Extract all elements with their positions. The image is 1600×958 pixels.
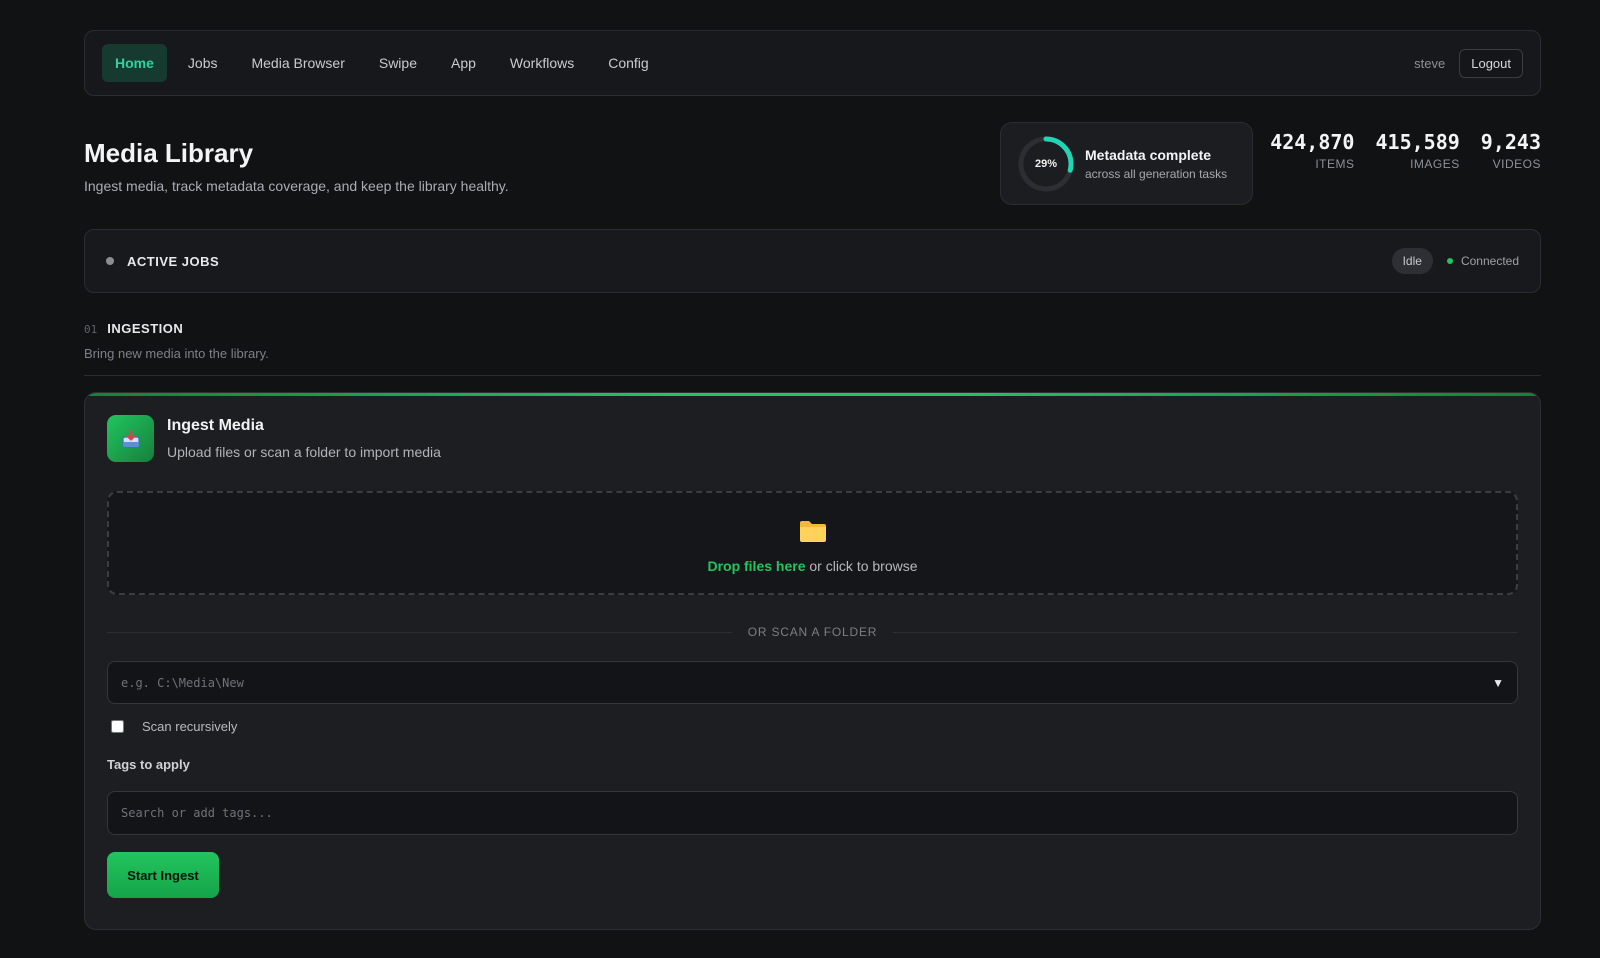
folder-glyph bbox=[799, 521, 826, 542]
tags-field[interactable] bbox=[107, 791, 1518, 835]
metadata-percent: 29% bbox=[1034, 157, 1058, 170]
tags-label: Tags to apply bbox=[107, 757, 190, 772]
jobs-status-dot bbox=[106, 257, 114, 265]
top-nav: Home Jobs Media Browser Swipe App Workfl… bbox=[84, 30, 1541, 96]
ingestion-section-header: 01 INGESTION Bring new media into the li… bbox=[84, 321, 1541, 376]
nav-user-area: steve Logout bbox=[1414, 48, 1523, 78]
stat-value: 424,870 bbox=[1270, 130, 1355, 154]
stat-label: ITEMS bbox=[1315, 157, 1355, 171]
dropzone-text: Drop files here or click to browse bbox=[109, 558, 1516, 574]
stat-videos: 9,243 VIDEOS bbox=[1481, 130, 1541, 171]
active-jobs-title: ACTIVE JOBS bbox=[127, 253, 220, 269]
card-accent-bar bbox=[85, 393, 1540, 396]
tags-search-input[interactable] bbox=[121, 806, 1504, 820]
username: steve bbox=[1414, 55, 1446, 71]
stat-images: 415,589 IMAGES bbox=[1375, 130, 1459, 171]
page-header: Media Library Ingest media, track metada… bbox=[84, 96, 1541, 229]
start-ingest-button[interactable]: Start Ingest bbox=[107, 852, 219, 898]
nav-item-media-browser[interactable]: Media Browser bbox=[238, 44, 357, 82]
nav-item-config[interactable]: Config bbox=[595, 44, 661, 82]
nav-item-home[interactable]: Home bbox=[102, 44, 167, 82]
metadata-subtitle: across all generation tasks bbox=[1085, 166, 1228, 181]
jobs-status-area: Idle Connected bbox=[1391, 248, 1519, 274]
nav-item-jobs[interactable]: Jobs bbox=[175, 44, 231, 82]
section-title: INGESTION bbox=[107, 321, 184, 336]
divider-line bbox=[107, 631, 732, 633]
section-title-row: 01 INGESTION bbox=[84, 321, 1541, 336]
connection-label: Connected bbox=[1460, 254, 1519, 268]
section-divider bbox=[84, 375, 1541, 376]
page: Home Jobs Media Browser Swipe App Workfl… bbox=[84, 30, 1541, 930]
scan-recursively-label: Scan recursively bbox=[142, 719, 238, 734]
folder-path-combobox[interactable]: ▼ bbox=[107, 661, 1518, 704]
file-dropzone[interactable]: Drop files here or click to browse bbox=[107, 491, 1518, 595]
dropzone-strong-text: Drop files here bbox=[707, 558, 806, 574]
or-divider: OR SCAN A FOLDER bbox=[107, 625, 1518, 639]
or-divider-label: OR SCAN A FOLDER bbox=[747, 625, 878, 639]
nav-item-workflows[interactable]: Workflows bbox=[497, 44, 587, 82]
nav-item-app[interactable]: App bbox=[438, 44, 489, 82]
connection-dot bbox=[1446, 258, 1453, 264]
stat-value: 415,589 bbox=[1375, 130, 1460, 154]
stat-items: 424,870 ITEMS bbox=[1270, 130, 1354, 171]
card-title: Ingest Media bbox=[167, 417, 264, 434]
stat-value: 9,243 bbox=[1480, 130, 1541, 154]
section-subtitle: Bring new media into the library. bbox=[84, 346, 269, 361]
folder-path-input[interactable] bbox=[121, 675, 1493, 690]
card-subtitle: Upload files or scan a folder to import … bbox=[167, 444, 441, 460]
ingest-media-card: Ingest Media Upload files or scan a fold… bbox=[84, 392, 1541, 930]
folder-icon bbox=[799, 519, 827, 548]
divider-line bbox=[893, 631, 1518, 633]
connection-status: Connected bbox=[1446, 254, 1519, 268]
metadata-progress-ring: 29% bbox=[1017, 135, 1075, 193]
nav-items: Home Jobs Media Browser Swipe App Workfl… bbox=[102, 44, 670, 82]
dropzone-rest-text: or click to browse bbox=[805, 558, 918, 574]
logout-button[interactable]: Logout bbox=[1459, 48, 1523, 78]
inbox-tray-glyph bbox=[121, 429, 140, 448]
scan-recursively-option[interactable]: Scan recursively bbox=[111, 719, 237, 734]
nav-item-swipe[interactable]: Swipe bbox=[366, 44, 430, 82]
stat-label: VIDEOS bbox=[1492, 157, 1541, 171]
active-jobs-panel[interactable]: ACTIVE JOBS Idle Connected bbox=[84, 229, 1541, 293]
status-badge: Idle bbox=[1391, 248, 1433, 274]
dropdown-caret-icon[interactable]: ▼ bbox=[1492, 676, 1504, 690]
card-header: Ingest Media Upload files or scan a fold… bbox=[107, 415, 441, 462]
scan-recursively-checkbox[interactable] bbox=[111, 720, 124, 733]
metadata-text: Metadata complete across all generation … bbox=[1085, 147, 1227, 181]
inbox-tray-icon bbox=[107, 415, 154, 462]
page-title: Media Library bbox=[84, 138, 254, 168]
stat-label: IMAGES bbox=[1410, 157, 1460, 171]
library-stats: 424,870 ITEMS 415,589 IMAGES 9,243 VIDEO… bbox=[1270, 130, 1541, 171]
metadata-progress-card: 29% Metadata complete across all generat… bbox=[1000, 122, 1253, 205]
section-number: 01 bbox=[84, 323, 98, 336]
card-text: Ingest Media Upload files or scan a fold… bbox=[167, 417, 441, 460]
page-subtitle: Ingest media, track metadata coverage, a… bbox=[84, 178, 509, 194]
metadata-title: Metadata complete bbox=[1085, 146, 1212, 163]
